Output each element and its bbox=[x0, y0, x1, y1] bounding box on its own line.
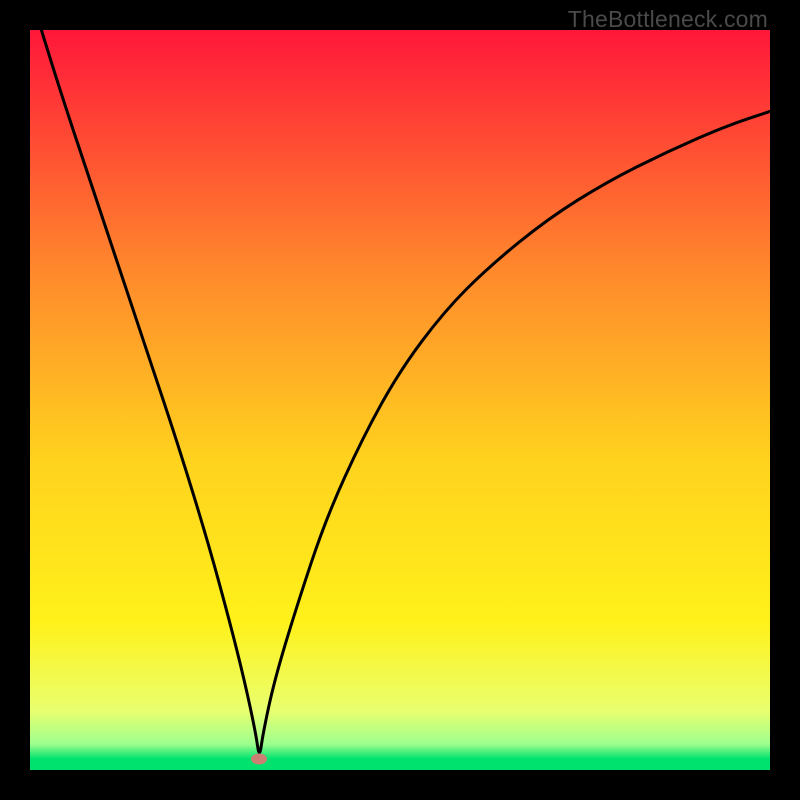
watermark-text: TheBottleneck.com bbox=[568, 6, 768, 33]
minimum-marker bbox=[251, 753, 267, 764]
chart-curve bbox=[30, 30, 770, 770]
